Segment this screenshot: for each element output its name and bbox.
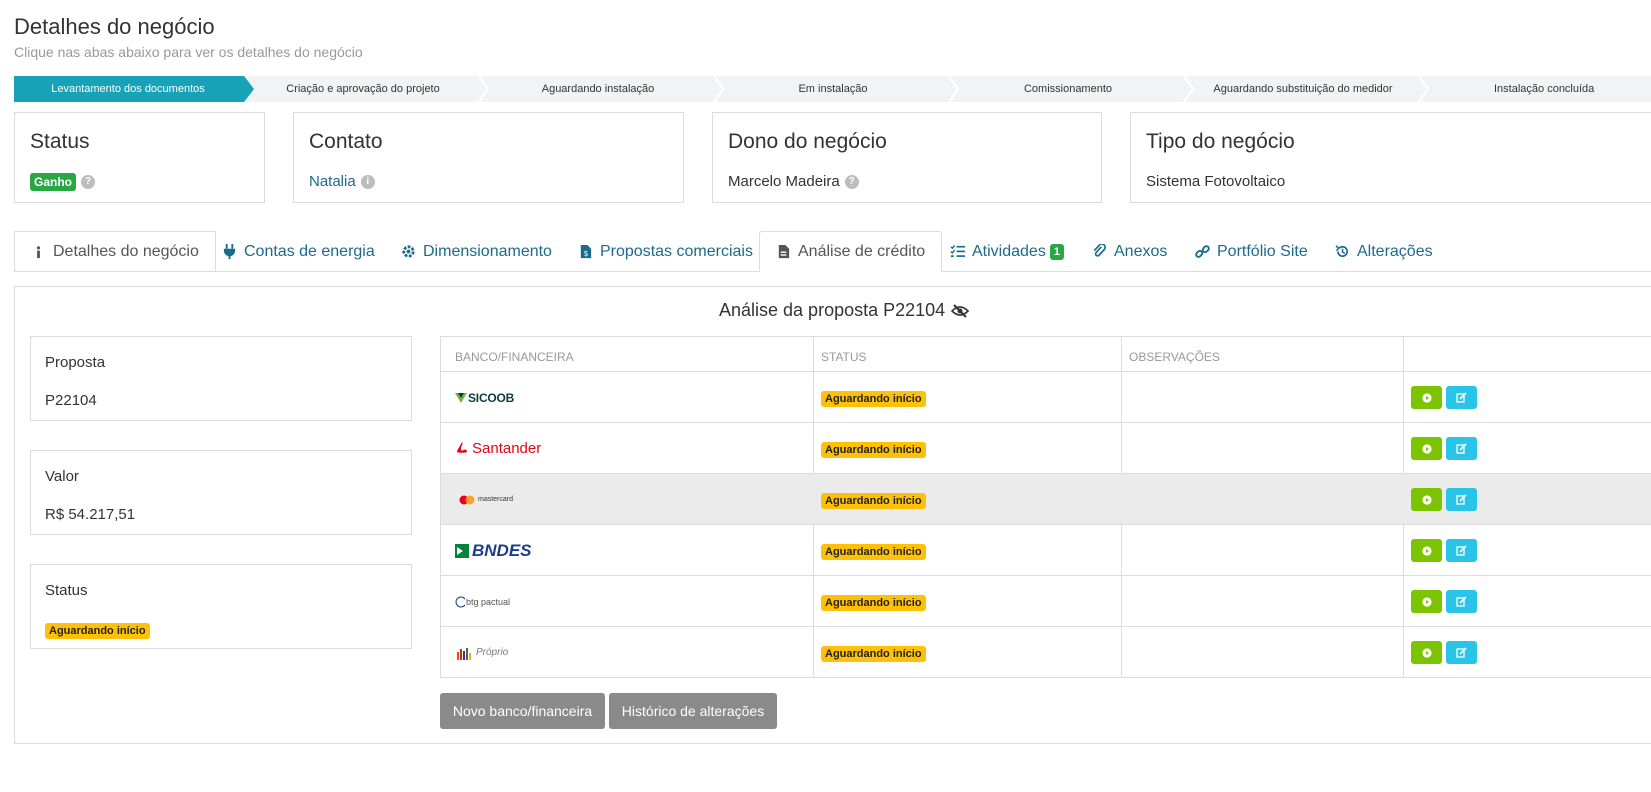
play-circle-icon: [1421, 647, 1432, 658]
file-icon: [778, 244, 790, 259]
edit-icon: [1456, 494, 1467, 505]
play-circle-icon: [1421, 545, 1432, 556]
table-row: SICOOB Aguardando início: [441, 371, 1651, 422]
table-row: BNDES Aguardando início: [441, 524, 1651, 575]
start-button[interactable]: [1411, 641, 1442, 664]
start-button[interactable]: [1411, 590, 1442, 613]
contact-card: Contato Natalia i: [293, 112, 684, 203]
btg-pactual-logo: btg pactual: [455, 576, 510, 627]
play-circle-icon: [1421, 392, 1432, 403]
start-button[interactable]: [1411, 437, 1442, 460]
proposal-value: P22104: [45, 392, 97, 409]
pipeline-stage-documents[interactable]: Levantamento dos documentos: [14, 76, 254, 102]
owner-name: Marcelo Madeira: [728, 173, 840, 190]
activities-count-badge: 1: [1049, 243, 1064, 260]
tab-alteracoes[interactable]: Alterações: [1319, 231, 1449, 272]
status-badge: Ganho: [30, 173, 76, 191]
tab-propostas[interactable]: $ Propostas comerciais: [562, 231, 769, 272]
status-badge: Aguardando início: [821, 595, 926, 611]
edit-icon: [1456, 596, 1467, 607]
table-row: mastercard Aguardando início: [441, 473, 1651, 524]
owner-card: Dono do negócio Marcelo Madeira ?: [712, 112, 1102, 203]
question-icon[interactable]: ?: [81, 175, 95, 189]
start-button[interactable]: [1411, 386, 1442, 409]
bndes-logo: BNDES: [455, 525, 532, 576]
svg-text:$: $: [584, 249, 589, 258]
info-icon: [36, 245, 41, 258]
edit-button[interactable]: [1446, 437, 1477, 460]
play-circle-icon: [1421, 596, 1432, 607]
page-subtitle: Clique nas abas abaixo para ver os detal…: [14, 44, 363, 60]
edit-button[interactable]: [1446, 386, 1477, 409]
edit-icon: [1456, 443, 1467, 454]
santander-logo: Santander: [455, 423, 541, 474]
column-header-bank: BANCO/FINANCEIRA: [455, 350, 574, 364]
edit-button[interactable]: [1446, 488, 1477, 511]
question-icon[interactable]: ?: [844, 174, 859, 189]
edit-icon: [1456, 392, 1467, 403]
edit-button[interactable]: [1446, 641, 1477, 664]
mastercard-logo: mastercard: [455, 474, 513, 525]
pipeline-stages: Levantamento dos documentos Criação e ap…: [14, 76, 1651, 102]
edit-icon: [1456, 647, 1467, 658]
sicoob-logo: SICOOB: [455, 372, 514, 423]
analysis-title: Análise da proposta P22104: [719, 300, 970, 321]
proposal-box: Proposta P22104: [30, 336, 412, 421]
pipeline-stage-waiting-install[interactable]: Aguardando instalação: [484, 76, 724, 102]
start-button[interactable]: [1411, 488, 1442, 511]
pipeline-stage-project[interactable]: Criação e aprovação do projeto: [249, 76, 489, 102]
deal-type-value: Sistema Fotovoltaico: [1146, 173, 1286, 190]
status-card: Status Ganho ?: [14, 112, 265, 203]
table-row: Próprio Aguardando início: [441, 626, 1651, 677]
plug-icon: [223, 244, 236, 259]
table-row: btg pactual Aguardando início: [441, 575, 1651, 626]
tab-detalhes[interactable]: Detalhes do negócio: [14, 231, 216, 272]
banks-table: BANCO/FINANCEIRA STATUS OBSERVAÇÕES SICO…: [440, 336, 1651, 678]
amount-value: R$ 54.217,51: [45, 506, 136, 523]
history-button[interactable]: Histórico de alterações: [609, 693, 777, 729]
tab-analise-credito[interactable]: Análise de crédito: [759, 231, 943, 272]
tab-atividades[interactable]: Atividades 1: [934, 231, 1080, 272]
analysis-status-box: Status Aguardando início: [30, 564, 412, 649]
tab-bar: Detalhes do negócio Contas de energia Di…: [14, 231, 1651, 272]
tab-contas-energia[interactable]: Contas de energia: [206, 231, 391, 272]
deal-type-card: Tipo do negócio Sistema Fotovoltaico: [1130, 112, 1651, 203]
contact-link[interactable]: Natalia: [309, 173, 356, 190]
status-badge: Aguardando início: [821, 544, 926, 560]
page-title: Detalhes do negócio: [14, 14, 215, 39]
link-icon: [1195, 245, 1210, 258]
status-badge: Aguardando início: [821, 391, 926, 407]
tab-portfolio-site[interactable]: Portfólio Site: [1179, 231, 1324, 272]
edit-button[interactable]: [1446, 539, 1477, 562]
edit-icon: [1456, 545, 1467, 556]
status-badge: Aguardando início: [821, 646, 926, 662]
tab-anexos[interactable]: Anexos: [1076, 231, 1183, 272]
status-badge: Aguardando início: [821, 493, 926, 509]
column-header-observations: OBSERVAÇÕES: [1129, 350, 1220, 364]
play-circle-icon: [1421, 443, 1432, 454]
new-bank-button[interactable]: Novo banco/financeira: [440, 693, 605, 729]
tasks-icon: [950, 244, 965, 258]
status-badge: Aguardando início: [45, 623, 150, 639]
history-icon: [1335, 245, 1348, 257]
table-row: Santander Aguardando início: [441, 422, 1651, 473]
tab-dimensionamento[interactable]: Dimensionamento: [385, 231, 568, 272]
file-dollar-icon: $: [580, 244, 592, 258]
pipeline-stage-meter[interactable]: Aguardando substituição do medidor: [1189, 76, 1429, 102]
value-box: Valor R$ 54.217,51: [30, 450, 412, 535]
pipeline-stage-commissioning[interactable]: Comissionamento: [954, 76, 1194, 102]
edit-button[interactable]: [1446, 590, 1477, 613]
pipeline-stage-installing[interactable]: Em instalação: [719, 76, 959, 102]
status-badge: Aguardando início: [821, 442, 926, 458]
eye-slash-icon[interactable]: [951, 303, 970, 318]
info-icon[interactable]: i: [360, 174, 375, 189]
gear-icon: [402, 245, 415, 258]
paperclip-icon: [1093, 244, 1106, 257]
start-button[interactable]: [1411, 539, 1442, 562]
proprio-logo: Próprio: [455, 627, 508, 678]
play-circle-icon: [1421, 494, 1432, 505]
column-header-status: STATUS: [821, 350, 867, 364]
pipeline-stage-done[interactable]: Instalação concluída: [1424, 76, 1651, 102]
